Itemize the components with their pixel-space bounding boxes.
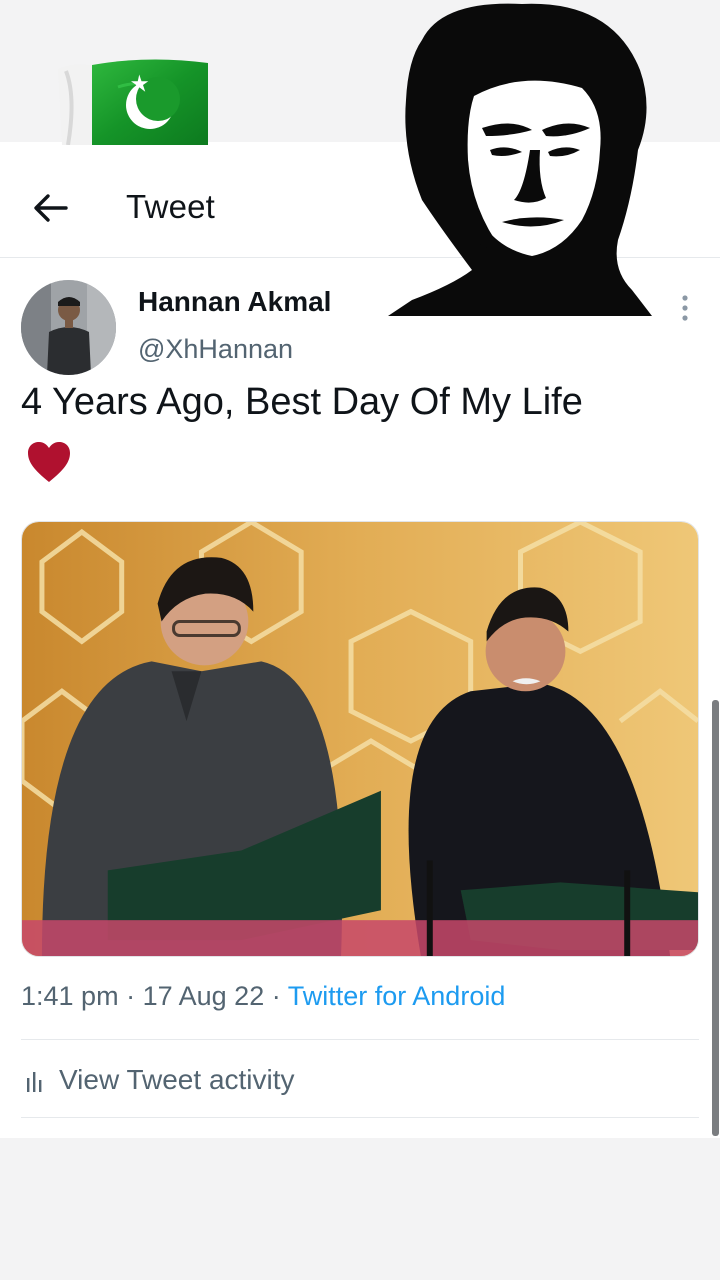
arrow-left-icon[interactable]: [30, 190, 70, 226]
divider: [21, 1039, 699, 1040]
portrait-stencil-sticker: [382, 0, 660, 318]
user-handle[interactable]: @XhHannan: [138, 334, 293, 365]
tweet-source-link[interactable]: Twitter for Android: [288, 981, 506, 1011]
tweet-time: 1:41 pm: [21, 981, 119, 1011]
tweet-meta: 1:41 pm · 17 Aug 22 · Twitter for Androi…: [21, 981, 505, 1012]
bar-chart-icon: [27, 1072, 42, 1092]
heart-icon: [28, 442, 70, 482]
activity-label: View Tweet activity: [59, 1064, 295, 1095]
tweet-image[interactable]: [21, 521, 699, 957]
tweet-date: 17 Aug 22: [142, 981, 265, 1011]
avatar[interactable]: [21, 280, 116, 375]
pakistan-flag-sticker: [58, 57, 208, 145]
display-name[interactable]: Hannan Akmal: [138, 286, 331, 318]
scrollbar[interactable]: [712, 700, 719, 1136]
view-tweet-activity-button[interactable]: View Tweet activity: [21, 1060, 295, 1100]
more-vertical-icon[interactable]: [676, 292, 694, 324]
meta-separator: ·: [271, 981, 281, 1011]
page-title: Tweet: [126, 188, 216, 225]
meta-separator: ·: [126, 981, 136, 1011]
divider: [21, 1117, 699, 1118]
tweet-text: 4 Years Ago, Best Day Of My Life: [21, 381, 583, 423]
